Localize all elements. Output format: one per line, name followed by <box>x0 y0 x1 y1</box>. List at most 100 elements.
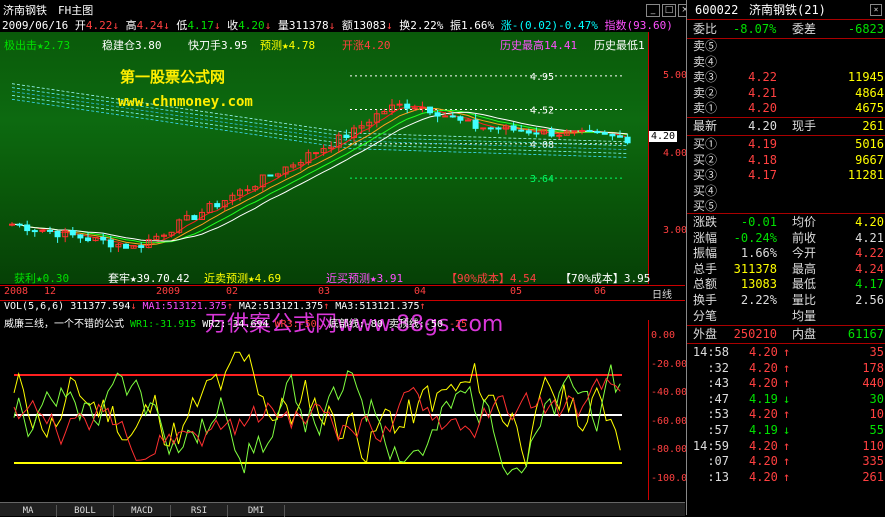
candle-body <box>480 127 487 130</box>
candle-body <box>518 129 525 132</box>
volume-value: 量311378 <box>277 19 329 32</box>
candle-body <box>9 223 15 226</box>
bid-row: 买① 4.19 5016 <box>687 137 885 152</box>
wr3-value: WR3:-50. <box>274 319 323 330</box>
stat-row: 总额 13083 最低 4.17 <box>687 277 885 292</box>
candle-body <box>419 106 426 109</box>
candle-body <box>107 239 114 248</box>
candle-body <box>601 132 608 135</box>
tick-arrow: ↓ <box>783 423 791 437</box>
stat-value: 4.24 <box>855 261 884 276</box>
williams-indicator-chart[interactable] <box>0 320 648 500</box>
outer-label: 外盘 <box>693 327 718 341</box>
tick-price: 4.20 <box>749 360 778 375</box>
ask-label: 卖② <box>693 85 718 100</box>
ask-row: 卖① 4.20 4675 <box>687 101 885 116</box>
window-controls: _ □ × <box>644 2 692 17</box>
stat-value: 2.56 <box>855 293 884 307</box>
latest-row: 最新 4.20 现手 261 <box>687 119 885 134</box>
stat-label: 均量 <box>792 308 817 323</box>
amplitude-value: 振1.66% <box>449 19 495 32</box>
tick-time: :43 <box>707 376 729 391</box>
bid-row: 买④ <box>687 184 885 199</box>
bid-row: 买③ 4.17 11281 <box>687 168 885 183</box>
indicator-item: 历史最高14.41 <box>500 39 578 52</box>
williams-tick: 0.00 <box>651 330 676 341</box>
candle-body <box>472 119 479 129</box>
tick-price: 4.20 <box>749 407 778 422</box>
tick-time: :47 <box>707 391 729 406</box>
period-label[interactable]: 日线 <box>652 286 672 301</box>
bid-price: 4.18 <box>748 152 777 167</box>
price-tick: 5.00 <box>663 70 688 81</box>
candle-body <box>47 229 53 232</box>
high-value: 4.24 <box>136 19 164 32</box>
tab-rsi[interactable]: RSI <box>171 505 228 517</box>
bid-volume: 5016 <box>855 137 884 151</box>
tick-arrow: ↑ <box>783 376 791 391</box>
tab-boll[interactable]: BOLL <box>57 505 114 517</box>
candle-body <box>548 129 555 137</box>
candle-body <box>69 230 76 236</box>
stat-label: 今开 <box>792 246 817 261</box>
amount-value: 额13083 <box>341 19 386 32</box>
indicator-item: 稳建仓3.80 <box>102 39 162 52</box>
candle-body <box>404 103 411 109</box>
stat-label: 最低 <box>792 277 817 292</box>
tick-time: 14:59 <box>692 438 729 453</box>
stat-label: 最高 <box>792 261 817 276</box>
high-label: 高 <box>125 19 137 32</box>
candle-body <box>313 152 319 155</box>
tick-volume: 178 <box>862 360 884 375</box>
tick-arrow: ↑ <box>783 454 791 469</box>
bid-label: 买③ <box>693 168 718 183</box>
tick-arrow: ↓ <box>783 391 791 406</box>
candlestick-svg: 4.95 4.52 4.08 3.64 <box>9 72 631 253</box>
stat-label: 换手 <box>693 293 718 307</box>
tab-dmi[interactable]: DMI <box>228 505 285 517</box>
restore-icon[interactable]: □ <box>662 4 676 17</box>
candle-body <box>191 215 198 221</box>
williams-line <box>13 364 621 476</box>
tick-volume: 110 <box>862 438 884 453</box>
tick-price: 4.20 <box>749 469 778 484</box>
candle-body <box>586 129 593 132</box>
stat-value: 311378 <box>733 261 777 276</box>
candle-body <box>24 224 31 232</box>
tab-macd[interactable]: MACD <box>114 505 171 517</box>
cost-indicator-item: 近卖预测★4.69 <box>204 272 282 285</box>
outer-inner-row: 外盘 250210 内盘 61167 <box>687 327 885 342</box>
minimize-icon[interactable]: _ <box>646 4 660 17</box>
wr1-value: WR1:-31.915 <box>130 319 197 330</box>
ask-row: 卖④ <box>687 55 885 70</box>
candle-body <box>85 237 91 242</box>
stat-label: 量比 <box>792 293 817 307</box>
price-level-label: 4.52 <box>530 105 554 116</box>
candlestick-chart[interactable]: 4.95 4.52 4.08 3.64 第一股票公式网 www.chnmoney.co… <box>0 32 648 284</box>
bid-label: 买① <box>693 137 718 151</box>
stat-label: 涨跌 <box>693 215 718 229</box>
candle-body <box>31 230 38 233</box>
tick-time: :53 <box>707 407 729 422</box>
index-value: 指数(93.60) <box>604 19 673 32</box>
date-tick: 12 <box>44 286 57 297</box>
extra-value: -25 <box>449 319 468 330</box>
close-panel-icon[interactable]: × <box>870 4 882 16</box>
stat-value: 4.22 <box>855 246 884 261</box>
williams-tick: -100.0 <box>651 472 688 484</box>
close-value: 4.20 <box>238 19 265 32</box>
date-tick: 06 <box>594 286 607 297</box>
indicator-tabs: MA BOLL MACD RSI DMI <box>0 502 685 517</box>
date-tick: 2009 <box>156 286 181 297</box>
wr-name: 威廉三线，一个不错的公式 <box>4 319 124 330</box>
cost-indicator-item: 近买预测★3.91 <box>326 272 404 285</box>
candle-body <box>267 174 274 177</box>
candle-body <box>594 130 601 134</box>
stat-value: -0.24% <box>733 230 777 245</box>
tick-arrow: ↑ <box>783 345 791 359</box>
frame-title: FH主图 <box>58 4 94 17</box>
ask-price: 4.22 <box>748 70 777 85</box>
stat-row: 涨幅 -0.24% 前收 4.21 <box>687 231 885 246</box>
tick-row: 14:58 4.20 ↑ 35 <box>687 345 885 360</box>
tab-ma[interactable]: MA <box>0 505 57 517</box>
